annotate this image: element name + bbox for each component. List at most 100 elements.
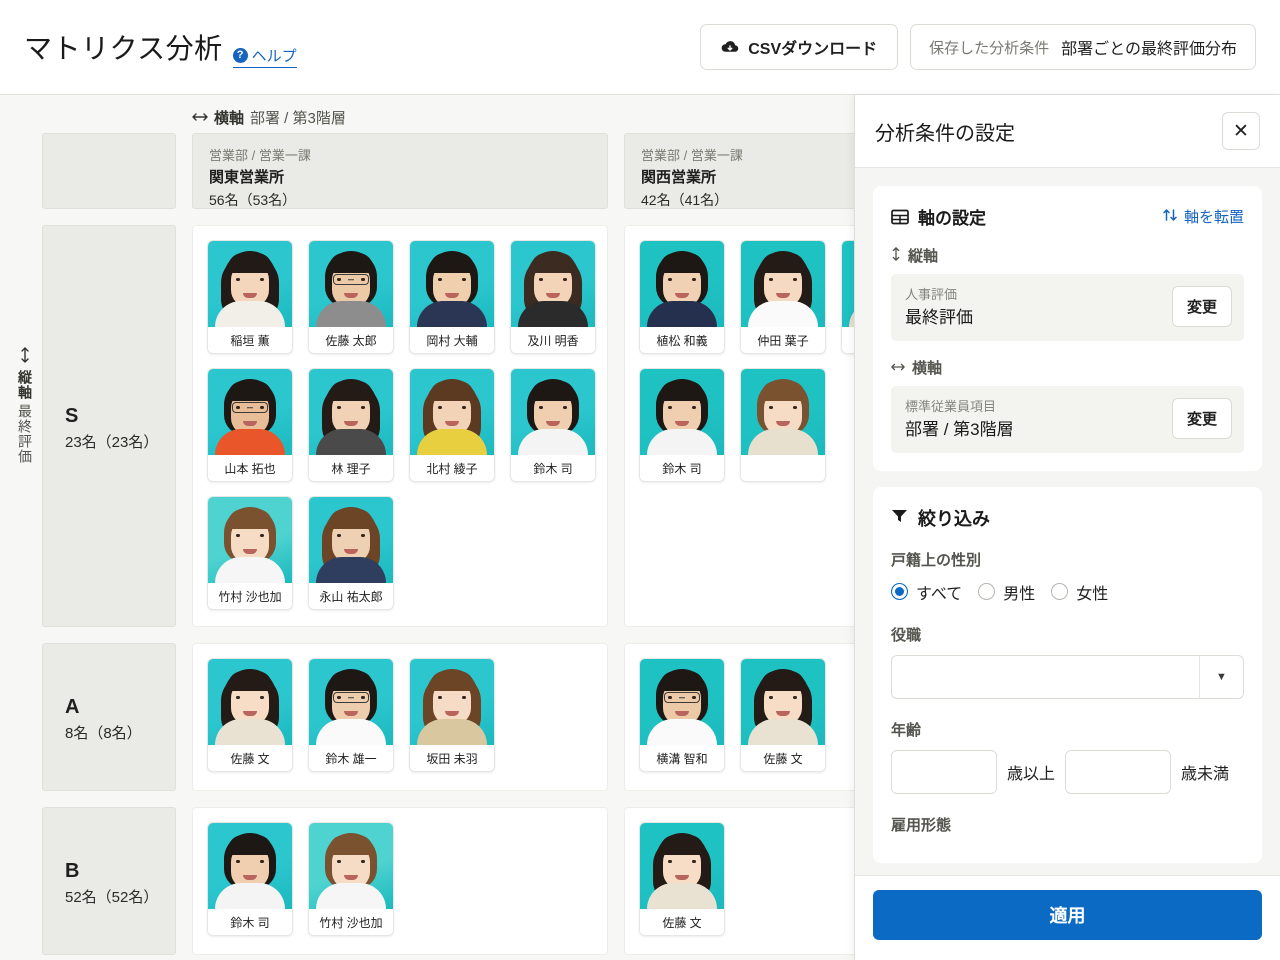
row-header: A 8名（8名） [42,643,176,791]
employee-photo [511,369,595,455]
table-grid-icon [891,208,909,226]
avatar [410,241,494,327]
column-header-count: 56名（53名） [209,191,297,208]
avatar [741,659,825,745]
employee-card[interactable]: 鈴木 司 [510,368,596,482]
employee-photo [741,369,825,455]
employee-card[interactable]: 鈴木 司 [207,822,293,936]
employee-photo [741,241,825,327]
employee-card[interactable]: 佐藤 文 [639,822,725,936]
help-link-label: ヘルプ [251,47,297,65]
transpose-axes-label: 軸を転置 [1183,209,1244,226]
employee-name: 山本 拓也 [208,455,292,481]
horizontal-axis-field: 標準従業員項目 部署 / 第3階層 変更 [891,385,1244,453]
employee-card[interactable]: 横溝 智和 [639,658,725,772]
y-axis-label: 縦軸 最終評価 [12,347,38,464]
employee-card[interactable]: 北村 綾子 [409,368,495,482]
employee-card[interactable]: 植松 和義 [639,240,725,354]
employee-name: 仲田 葉子 [741,327,825,353]
employee-card[interactable]: 山本 拓也 [207,368,293,482]
saved-condition-label: 保存した分析条件 [929,39,1050,57]
filter-card-head: 絞り込み [891,505,1244,531]
matrix-cell: 鈴木 司竹村 沙也加 [192,807,608,955]
employee-card[interactable] [740,368,826,482]
axis-card-title: 軸の設定 [918,209,986,228]
gender-radio-2[interactable]: 女性 [1051,580,1108,604]
employee-card[interactable]: 佐藤 太郎 [308,240,394,354]
employee-card[interactable]: 佐藤 文 [740,658,826,772]
employee-card[interactable]: 仲田 葉子 [740,240,826,354]
employee-photo [208,823,292,909]
axis-card-title-wrap: 軸の設定 [891,204,986,229]
transpose-axes-button[interactable]: 軸を転置 [1162,206,1244,227]
employee-photo [640,823,724,909]
employee-photo [741,659,825,745]
gender-radio-group: すべて 男性 女性 [891,580,1244,604]
employee-name: 横溝 智和 [640,745,724,771]
employee-name: 及川 明香 [511,327,595,353]
gender-radio-1[interactable]: 男性 [978,580,1035,604]
employee-name: 北村 綾子 [410,455,494,481]
avatar [208,241,292,327]
employee-card[interactable]: 岡村 大輔 [409,240,495,354]
employee-card[interactable]: 佐藤 文 [207,658,293,772]
employee-card[interactable]: 永山 祐太郎 [308,496,394,610]
column-header-path: 営業部 / 営業一課 [209,148,311,163]
employee-card[interactable]: 鈴木 司 [639,368,725,482]
employee-name: 稲垣 薫 [208,327,292,353]
gender-filter-label: 戸籍上の性別 [891,551,982,569]
radio-dot-icon [891,583,908,601]
age-from-input[interactable] [891,749,997,794]
avatar [410,659,494,745]
vertical-axis-change-button[interactable]: 変更 [1171,286,1232,328]
avatar [741,369,825,455]
employment-filter-label: 雇用形態 [891,816,952,834]
column-header: 営業部 / 営業一課 関東営業所 56名（53名） [192,133,608,209]
row-header-grade: S [65,404,79,427]
employee-name: 佐藤 文 [741,745,825,771]
employee-card[interactable]: 鈴木 雄一 [308,658,394,772]
row-header-count: 8名（8名） [65,724,142,742]
avatar [208,823,292,909]
title-wrap: マトリクス分析 ? ヘルプ [24,27,297,68]
horizontal-axis-change-button[interactable]: 変更 [1171,398,1232,440]
help-link[interactable]: ? ヘルプ [232,45,297,68]
employee-name: 竹村 沙也加 [309,909,393,935]
chevron-down-icon: ▼ [1199,655,1243,698]
employee-photo [410,659,494,745]
employee-card[interactable]: 坂田 未羽 [409,658,495,772]
horizontal-arrows-icon [192,109,208,126]
saved-condition-button[interactable]: 保存した分析条件 部署ごとの最終評価分布 [910,24,1256,70]
gender-radio-0[interactable]: すべて [891,580,962,604]
avatar [309,659,393,745]
gender-radio-label: 男性 [1003,585,1036,603]
employee-photo [410,241,494,327]
close-icon[interactable]: ✕ [1222,112,1260,150]
saved-condition-value: 部署ごとの最終評価分布 [1061,41,1237,58]
employee-name: 林 理子 [309,455,393,481]
employee-photo [309,241,393,327]
axis-card-head: 軸の設定 軸を転置 [891,204,1244,229]
employee-photo [410,369,494,455]
employee-card[interactable]: 竹村 沙也加 [308,822,394,936]
x-axis-value: 部署 / 第3階層 [250,110,346,127]
row-header-count: 23名（23名） [65,433,159,451]
avatar [208,659,292,745]
age-to-input[interactable] [1065,749,1172,794]
employee-card[interactable]: 及川 明香 [510,240,596,354]
funnel-icon [891,507,908,528]
employee-photo [208,369,292,455]
employee-card[interactable]: 林 理子 [308,368,394,482]
employee-photo [640,241,724,327]
avatar [309,497,393,583]
row-header-count: 52名（52名） [65,888,159,906]
apply-button[interactable]: 適用 [873,890,1262,940]
employee-card[interactable]: 稲垣 薫 [207,240,293,354]
csv-download-button[interactable]: CSVダウンロード [700,24,899,70]
position-select[interactable]: ▼ [891,654,1244,699]
page-title: マトリクス分析 [24,32,223,64]
horizontal-axis-field-value: 部署 / 第3階層 [905,419,1014,439]
employee-card[interactable]: 竹村 沙也加 [207,496,293,610]
employee-photo [208,659,292,745]
avatar [640,369,724,455]
